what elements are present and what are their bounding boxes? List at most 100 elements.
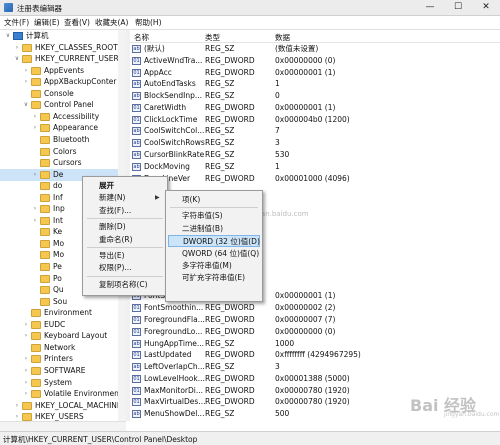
menu-view[interactable]: 查看(V)	[64, 17, 90, 28]
expand-arrow-icon[interactable]: ›	[22, 76, 30, 88]
tree-node[interactable]: ∨ HKEY_CURRENT_USER	[0, 53, 119, 65]
menu-item[interactable]: DWORD (32 位)值(D)	[168, 235, 260, 248]
value-row[interactable]: 01 LowLevelHook... REG_DWORD 0x00001388 (50…	[130, 373, 500, 385]
tree-node[interactable]: Console	[0, 88, 118, 100]
tree-node[interactable]: Environment	[0, 307, 118, 319]
tree-node[interactable]: › EUDC	[0, 319, 118, 331]
expand-arrow-icon[interactable]: ›	[22, 365, 30, 377]
menu-item[interactable]: 可扩充字符串值(E)	[168, 272, 260, 284]
tree-node-label: Pe	[53, 262, 62, 271]
tree-node[interactable]: › Volatile Environmen	[0, 388, 119, 400]
value-row[interactable]: 01DragLineVerREG_DWORD0x00001000 (4096)	[130, 173, 500, 185]
tree-node[interactable]: ∨ Control Panel	[0, 99, 118, 111]
tree-node[interactable]: Bluetooth	[0, 134, 118, 146]
menu-item[interactable]: 项(K)	[168, 194, 260, 206]
collapse-arrow-icon[interactable]: ∨	[22, 99, 30, 111]
expand-arrow-icon[interactable]: ›	[22, 377, 30, 389]
tree-node[interactable]: › HKEY_LOCAL_MACHINE	[0, 400, 122, 412]
menu-item[interactable]: 新建(N) ▶	[85, 192, 165, 204]
value-row[interactable]: 01 ForegroundLo... REG_DWORD 0x00000000 (0)	[130, 326, 500, 338]
value-row[interactable]: ab CoolSwitchCol... REG_SZ 7	[130, 125, 500, 137]
tree-node[interactable]: › System	[0, 377, 118, 389]
expand-arrow-icon[interactable]: ›	[13, 42, 21, 54]
expand-arrow-icon[interactable]: ›	[31, 203, 39, 215]
menu-help[interactable]: 帮助(H)	[135, 17, 162, 28]
tree-horizontal-scrollbar[interactable]	[0, 421, 126, 431]
binary-value-icon: 01	[132, 68, 141, 77]
expand-arrow-icon[interactable]: ›	[22, 319, 30, 331]
close-button[interactable]: ✕	[472, 0, 500, 15]
tree-node[interactable]: › SOFTWARE	[0, 365, 118, 377]
menu-favorites[interactable]: 收藏夹(A)	[95, 17, 128, 28]
value-row[interactable]: 01 AppAcc REG_DWORD 0x00000001 (1)	[130, 67, 500, 79]
collapse-arrow-icon[interactable]: ∨	[13, 53, 21, 65]
value-row[interactable]: 01 ClickLockTime REG_DWORD 0x000004b0 (1200…	[130, 114, 500, 126]
menu-item[interactable]: 字符串值(S)	[168, 210, 260, 222]
value-row[interactable]: 01 ForegroundFla... REG_DWORD 0x00000007 (7…	[130, 314, 500, 326]
value-row[interactable]: 01 FontSmoothin... REG_DWORD 0x00000002 (2)	[130, 302, 500, 314]
menu-item[interactable]: 权限(P)...	[85, 262, 165, 274]
tree-node[interactable]: Cursors	[0, 157, 118, 169]
menu-item[interactable]: 导出(E)	[85, 250, 165, 262]
tree-node[interactable]: Network	[0, 342, 118, 354]
value-row[interactable]: ab AutoEndTasks REG_SZ 1	[130, 78, 500, 90]
value-row[interactable]: 01 LastUpdated REG_DWORD 0xffffffff (429496…	[130, 349, 500, 361]
menu-item[interactable]: 二进制值(B)	[168, 223, 260, 235]
value-row[interactable]: 01 CaretWidth REG_DWORD 0x00000001 (1)	[130, 102, 500, 114]
menu-item[interactable]: 展开	[85, 180, 165, 192]
value-row[interactable]: ab HungAppTime... REG_SZ 1000	[130, 338, 500, 350]
value-row[interactable]: ab DockMoving REG_SZ 1	[130, 161, 500, 173]
expand-arrow-icon[interactable]: ›	[22, 330, 30, 342]
menu-item[interactable]: 重命名(R)	[85, 234, 165, 246]
menu-item[interactable]: 查找(F)...	[85, 205, 165, 217]
expand-arrow-icon[interactable]: ›	[31, 215, 39, 227]
menu-item-label: 导出(E)	[99, 251, 125, 260]
expand-arrow-icon[interactable]: ›	[22, 65, 30, 77]
binary-value-icon: 01	[132, 103, 141, 112]
value-data: 530	[275, 150, 290, 160]
value-data: 1000	[275, 338, 295, 348]
menu-item[interactable]: 多字符串值(M)	[168, 260, 260, 272]
tree-node[interactable]: › AppXBackupConter	[0, 76, 118, 88]
expand-arrow-icon[interactable]: ›	[13, 400, 21, 412]
tree-node[interactable]: › HKEY_CLASSES_ROOT	[0, 42, 118, 54]
expand-arrow-icon[interactable]: ›	[31, 111, 39, 123]
collapse-arrow-icon[interactable]: ∨	[4, 30, 12, 42]
tree-node[interactable]: › HKEY_USERS	[0, 411, 118, 421]
value-type: REG_DWORD	[205, 55, 255, 65]
column-type[interactable]: 类型	[205, 32, 220, 43]
value-data: 7	[275, 126, 280, 136]
tree-node[interactable]: Colors	[0, 146, 118, 158]
expand-arrow-icon[interactable]: ›	[31, 169, 39, 181]
column-name[interactable]: 名称	[134, 32, 149, 43]
value-name: ActiveWndTra...	[144, 55, 203, 65]
tree-node[interactable]: ∨ 计算机	[0, 30, 118, 42]
menu-edit[interactable]: 编辑(E)	[34, 17, 60, 28]
expand-arrow-icon[interactable]: ›	[22, 353, 30, 365]
tree-node[interactable]: › Keyboard Layout	[0, 330, 118, 342]
maximize-button[interactable]: ☐	[444, 0, 472, 15]
value-row[interactable]: ab (默认) REG_SZ (数值未设置)	[130, 43, 500, 55]
value-row[interactable]: ab CoolSwitchRows REG_SZ 3	[130, 137, 500, 149]
tree-node[interactable]: › AppEvents	[0, 65, 118, 77]
expand-arrow-icon[interactable]: ›	[31, 122, 39, 134]
column-data[interactable]: 数据	[275, 32, 290, 43]
menu-file[interactable]: 文件(F)	[4, 17, 29, 28]
menu-item[interactable]: QWORD (64 位)值(Q)	[168, 248, 260, 260]
expand-arrow-icon[interactable]: ›	[22, 388, 30, 400]
tree-node[interactable]: Sou	[0, 296, 118, 308]
menu-item[interactable]: 复制项名称(C)	[85, 279, 165, 291]
tree-node-label: HKEY_LOCAL_MACHINE	[35, 400, 122, 410]
tree-node[interactable]: › Accessibility	[0, 111, 118, 123]
expand-arrow-icon[interactable]: ›	[13, 411, 21, 421]
value-type: REG_DWORD	[205, 102, 255, 112]
menu-item[interactable]: 删除(D)	[85, 221, 165, 233]
value-row[interactable]: ab LeftOverlapCh... REG_SZ 3	[130, 361, 500, 373]
string-value-icon: ab	[132, 45, 141, 53]
tree-node[interactable]: › Printers	[0, 353, 118, 365]
minimize-button[interactable]: —	[416, 0, 444, 15]
value-row[interactable]: 01 ActiveWndTra... REG_DWORD 0x00000000 (0)	[130, 55, 500, 67]
value-row[interactable]: ab CursorBlinkRate REG_SZ 530	[130, 149, 500, 161]
tree-node[interactable]: › Appearance	[0, 122, 118, 134]
value-row[interactable]: ab BlockSendInp... REG_SZ 0	[130, 90, 500, 102]
